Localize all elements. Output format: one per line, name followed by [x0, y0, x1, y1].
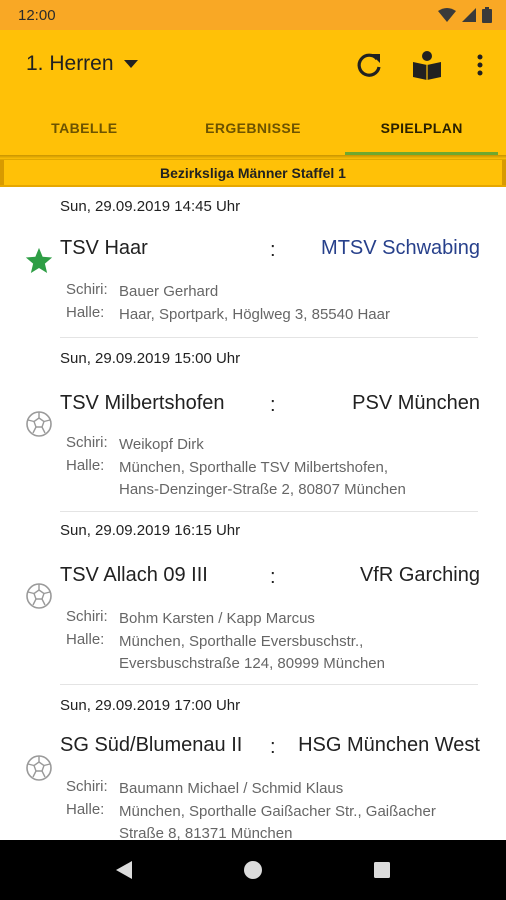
system-icons [438, 7, 492, 23]
home-icon [243, 861, 262, 879]
reader-icon [413, 51, 441, 80]
system-nav-bar [0, 840, 506, 900]
banner-edge-right [502, 160, 506, 185]
referee-row: Schiri: Baumann Michael / Schmid Klaus [66, 778, 343, 800]
refresh-icon [357, 53, 381, 77]
tab-tabelle[interactable]: TABELLE [0, 100, 169, 155]
hall-row: Halle: München, Sporthalle Gaißacher Str… [66, 801, 436, 840]
home-team: TSV Milbertshofen [60, 392, 225, 414]
tab-ergebnisse[interactable]: ERGEBNISSE [169, 100, 338, 155]
more-vert-icon [477, 54, 483, 76]
hall-row: Halle: Haar, Sportpark, Höglweg 3, 85540… [66, 304, 390, 326]
signal-icon [462, 8, 476, 22]
score-separator: : [270, 239, 276, 261]
league-banner: Bezirksliga Männer Staffel 1 [0, 159, 506, 187]
match-item[interactable]: Sun, 29.09.2019 17:00 Uhr SG Süd/Blumena… [0, 685, 506, 840]
referee-row: Schiri: Weikopf Dirk [66, 434, 204, 456]
battery-icon [482, 7, 492, 23]
hall-row: Halle: München, Sporthalle Eversbuschstr… [66, 631, 385, 675]
home-team: TSV Haar [60, 237, 148, 259]
referee-value: Baumann Michael / Schmid Klaus [119, 780, 344, 797]
referee-label: Schiri: [66, 434, 108, 451]
wifi-icon [438, 8, 456, 22]
referee-row: Schiri: Bauer Gerhard [66, 281, 218, 303]
score-separator: : [270, 566, 276, 588]
match-item[interactable]: Sun, 29.09.2019 14:45 Uhr TSV Haar : MTS… [0, 188, 506, 338]
hall-value-line1: München, Sporthalle Gaißacher Str., Gaiß… [119, 803, 436, 820]
recents-icon [373, 862, 390, 878]
referee-value: Bohm Karsten / Kapp Marcus [119, 610, 315, 627]
back-button[interactable] [104, 850, 144, 890]
reader-button[interactable] [410, 48, 444, 82]
match-item[interactable]: Sun, 29.09.2019 16:15 Uhr TSV Allach 09 … [0, 512, 506, 685]
referee-label: Schiri: [66, 281, 108, 298]
home-team: SG Süd/Blumenau II [60, 734, 243, 756]
score-separator: : [270, 736, 276, 758]
hall-row: Halle: München, Sporthalle TSV Milbertsh… [66, 457, 406, 501]
team-title: 1. Herren [26, 52, 114, 75]
refresh-button[interactable] [352, 48, 386, 82]
app-bar: 1. Herren [0, 30, 506, 100]
status-time: 12:00 [18, 6, 56, 24]
hall-value: Haar, Sportpark, Höglweg 3, 85540 Haar [119, 306, 390, 323]
recents-button[interactable] [362, 850, 402, 890]
away-team: PSV München [352, 392, 480, 414]
tab-bar: TABELLE ERGEBNISSE SPIELPLAN [0, 100, 506, 155]
hall-value-line2: Eversbuschstraße 124, 80999 München [119, 655, 385, 672]
hall-label: Halle: [66, 801, 105, 818]
banner-edge-left [0, 160, 4, 185]
overflow-menu-button[interactable] [463, 48, 497, 82]
away-team: MTSV Schwabing [321, 237, 480, 259]
chevron-down-icon [123, 60, 138, 68]
hall-value-line2: Hans-Denzinger-Straße 2, 80807 München [119, 481, 406, 498]
status-bar: 12:00 [0, 0, 506, 30]
match-item[interactable]: Sun, 29.09.2019 15:00 Uhr TSV Milbertsho… [0, 338, 506, 512]
match-date: Sun, 29.09.2019 17:00 Uhr [60, 697, 241, 714]
ball-icon [24, 409, 54, 439]
score-separator: : [270, 394, 276, 416]
referee-label: Schiri: [66, 608, 108, 625]
ball-icon [24, 581, 54, 611]
match-date: Sun, 29.09.2019 15:00 Uhr [60, 350, 241, 367]
hall-label: Halle: [66, 304, 105, 321]
hall-label: Halle: [66, 457, 105, 474]
referee-value: Weikopf Dirk [119, 436, 204, 453]
match-date: Sun, 29.09.2019 16:15 Uhr [60, 522, 241, 539]
match-date: Sun, 29.09.2019 14:45 Uhr [60, 198, 241, 215]
match-list[interactable]: Sun, 29.09.2019 14:45 Uhr TSV Haar : MTS… [0, 188, 506, 840]
referee-row: Schiri: Bohm Karsten / Kapp Marcus [66, 608, 315, 630]
ball-icon [24, 753, 54, 783]
hall-value-line2: Straße 8, 81371 München [119, 825, 293, 840]
home-team: TSV Allach 09 III [60, 564, 208, 586]
back-icon [116, 861, 133, 879]
referee-label: Schiri: [66, 778, 108, 795]
favorite-star-icon[interactable] [24, 246, 54, 276]
team-selector[interactable]: 1. Herren [26, 52, 138, 76]
away-team: VfR Garching [359, 564, 480, 586]
home-button[interactable] [233, 850, 273, 890]
referee-value: Bauer Gerhard [119, 283, 219, 300]
hall-value-line1: München, Sporthalle TSV Milbertshofen, [119, 459, 389, 476]
hall-label: Halle: [66, 631, 105, 648]
hall-value-line1: München, Sporthalle Eversbuschstr., [119, 633, 364, 650]
tab-spielplan[interactable]: SPIELPLAN [337, 100, 506, 155]
away-team: HSG München West [298, 734, 480, 756]
league-name: Bezirksliga Männer Staffel 1 [160, 164, 346, 181]
